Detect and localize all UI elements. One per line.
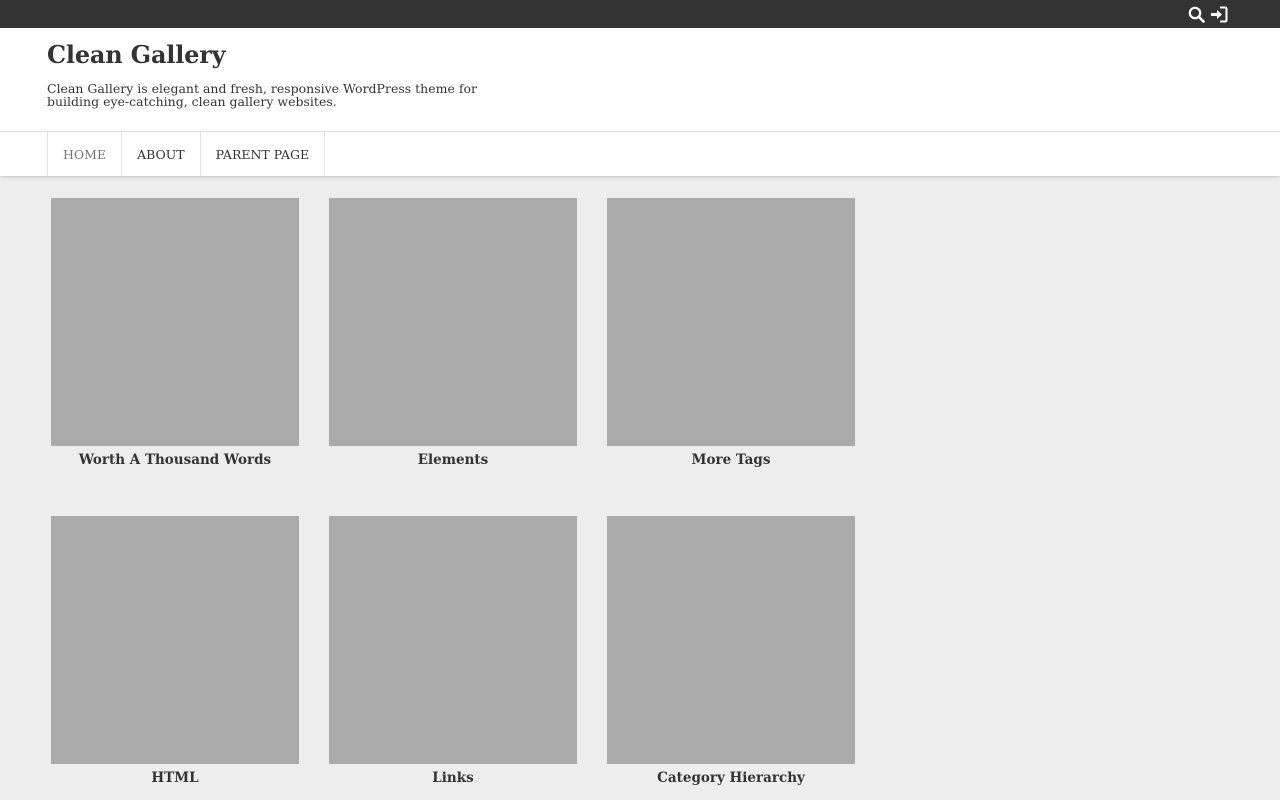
nav-menu: HOME ABOUT PARENT PAGE — [47, 132, 326, 176]
post-title[interactable]: Category Hierarchy — [607, 770, 855, 786]
top-bar-icons — [1187, 5, 1228, 23]
post-card: HTML — [51, 516, 299, 786]
post-card: Elements — [329, 198, 577, 468]
post-thumbnail[interactable] — [329, 516, 577, 764]
post-thumbnail[interactable] — [329, 198, 577, 446]
nav-item-home[interactable]: HOME — [48, 132, 123, 176]
post-card: Worth A Thousand Words — [51, 198, 299, 468]
site-title[interactable]: Clean Gallery — [47, 40, 226, 69]
post-card: Category Hierarchy — [607, 516, 855, 786]
site-header: Clean Gallery Clean Gallery is elegant a… — [0, 28, 1280, 132]
post-thumbnail[interactable] — [607, 198, 855, 446]
primary-navigation: HOME ABOUT PARENT PAGE — [0, 132, 1280, 176]
post-title[interactable]: More Tags — [607, 452, 855, 468]
post-thumbnail[interactable] — [51, 198, 299, 446]
post-thumbnail[interactable] — [51, 516, 299, 764]
post-card: Links — [329, 516, 577, 786]
nav-item-about[interactable]: ABOUT — [122, 132, 201, 176]
post-title[interactable]: HTML — [51, 770, 299, 786]
post-card: More Tags — [607, 198, 855, 468]
sign-in-icon[interactable] — [1210, 5, 1228, 23]
top-bar — [0, 0, 1280, 28]
search-icon[interactable] — [1187, 5, 1205, 23]
post-thumbnail[interactable] — [607, 516, 855, 764]
nav-item-parent-page[interactable]: PARENT PAGE — [201, 132, 326, 176]
post-title[interactable]: Links — [329, 770, 577, 786]
post-title[interactable]: Worth A Thousand Words — [51, 452, 299, 468]
site-description: Clean Gallery is elegant and fresh, resp… — [47, 81, 477, 109]
post-title[interactable]: Elements — [329, 452, 577, 468]
